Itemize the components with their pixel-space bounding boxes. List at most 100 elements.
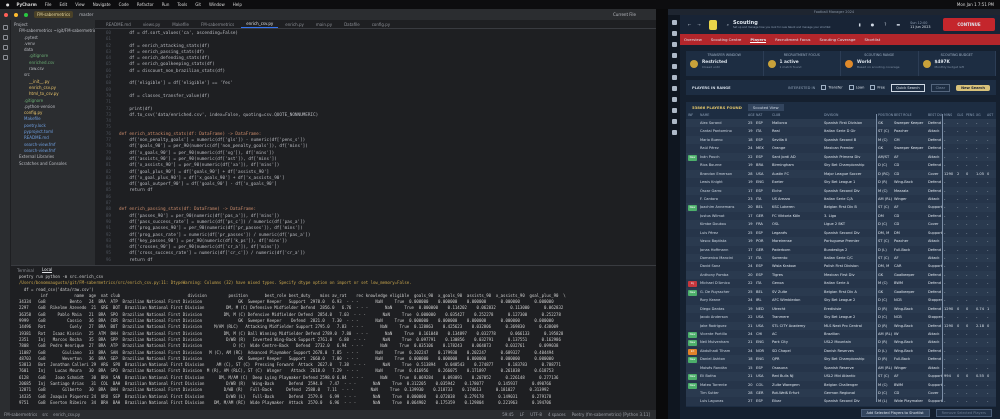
cell-name[interactable]: Rios Bourne — [700, 161, 746, 169]
cell-name[interactable]: Eli Botha — [700, 372, 746, 380]
tree-item[interactable]: Scratches and Consoles — [11, 161, 95, 167]
cell-club[interactable]: Exeter — [772, 178, 822, 186]
summary-card[interactable]: TRANSFER WINDOW Restricted Closed until — [686, 51, 764, 76]
editor-tab[interactable]: enrich_csv.py — [241, 20, 279, 28]
column-header[interactable]: INF — [688, 112, 698, 119]
search-icon[interactable]: ⌕ — [727, 22, 729, 27]
status-item[interactable]: 59:45 — [502, 412, 514, 417]
cell-club[interactable]: Sant Jordi AD — [772, 153, 822, 161]
table-row[interactable]: Luis Lagunas 27 ESP Eibar Spanish Second Div… — [686, 397, 996, 406]
code-area[interactable]: 60 df = df.sort_values('ca', ascending=F… — [95, 29, 656, 264]
project-selector[interactable]: FM-sabermetrics — [34, 11, 74, 18]
transfer-filter[interactable]: Transfer — [821, 85, 843, 90]
tactics-icon[interactable] — [671, 53, 677, 58]
cell-name[interactable]: Kimbe Doukou — [700, 220, 746, 228]
terminal-output[interactable]: poetry run python -m src.enrich_csv/User… — [11, 274, 656, 406]
table-row[interactable]: Tim Sutter 28 GER Rot-Weiß Erfurt German Reg… — [686, 389, 996, 398]
structure-tool-icon[interactable] — [2, 45, 8, 50]
cell-club[interactable]: SV Zulte — [772, 288, 822, 296]
column-header[interactable]: AGE — [748, 112, 756, 119]
free-filter[interactable]: Free — [870, 85, 885, 90]
column-header[interactable]: CLUB — [772, 112, 822, 119]
cell-club[interactable]: Sorrento — [772, 254, 822, 262]
menu-item[interactable]: View — [75, 2, 85, 7]
column-header[interactable]: PENS — [966, 112, 975, 119]
cell-name[interactable]: Justus Wilmot — [700, 212, 746, 220]
cell-club[interactable]: OSL — [772, 220, 822, 228]
table-row[interactable]: New Joachim Annemans 20 BEL KSC Lokeren Belgi… — [686, 203, 996, 212]
cell-name[interactable]: Vicente Portillo — [700, 330, 746, 338]
cell-name[interactable]: Daniel Ashton — [700, 355, 746, 363]
menu-item[interactable]: PyCharm — [17, 2, 37, 7]
table-row[interactable]: Kimbe Doukou 19 FRA OSL Ligue 2 BKT D (C) CD Co… — [686, 220, 996, 229]
cell-name[interactable]: Iván Pouch — [700, 153, 746, 161]
table-row[interactable]: F. Cantoro 23 ITA US Arezzo Italian Serie C/… — [686, 194, 996, 204]
menu-item[interactable]: Git — [195, 2, 201, 7]
table-row[interactable]: Jonas Hoffmann 17 GER Paderborn Bundesliga 2… — [686, 245, 996, 254]
cell-name[interactable]: Abdulhadi Tiham — [700, 347, 746, 355]
help-icon[interactable]: ? — [884, 22, 886, 27]
column-header[interactable]: NAME — [700, 112, 746, 119]
loan-filter[interactable]: Loan — [848, 85, 864, 90]
nav-tab[interactable]: Scouting Centre — [711, 37, 742, 42]
cell-club[interactable]: SD Chapel — [772, 347, 822, 355]
cell-club[interactable]: Eibar — [772, 397, 822, 405]
cell-name[interactable]: Vasco Baptista — [700, 237, 746, 245]
nav-tab[interactable]: Overview — [684, 37, 702, 42]
cell-club[interactable]: Real — [772, 127, 822, 135]
nav-tab[interactable]: Recruitment Focus — [775, 37, 810, 42]
zoom-window-button[interactable] — [24, 12, 28, 17]
table-row[interactable]: Anthony Pomba 20 ESP Tigres Mexican First Di… — [686, 270, 996, 280]
editor-tab[interactable]: README.md — [101, 21, 136, 28]
cell-name[interactable]: Jake Rodriguez — [700, 322, 746, 330]
breadcrumb-item[interactable]: FM-sabermetrics — [4, 412, 37, 417]
cell-club[interactable]: Wisla Krakow — [772, 262, 822, 270]
menu-item[interactable]: File — [45, 2, 52, 7]
cell-club[interactable]: Utrecht — [772, 305, 822, 313]
editor-tab[interactable]: Makefile — [167, 21, 194, 28]
table-row[interactable]: Lewis Knight 19 ENG Exeter Sky Bet League 1 D… — [686, 178, 996, 187]
column-header[interactable]: XG — [976, 112, 986, 119]
table-row[interactable]: Brandon Emerson 28 USA Austin FC Major Leagu… — [686, 169, 996, 179]
status-item[interactable]: UTF-8 — [530, 412, 542, 417]
fixtures-icon[interactable] — [671, 130, 677, 135]
training-icon[interactable] — [671, 64, 677, 69]
summary-card[interactable]: SCOUTING RANGE World Based on scouting cov… — [841, 51, 919, 76]
cell-name[interactable]: Luis Pérez — [700, 229, 746, 237]
table-row[interactable]: New Eli Botha 21 USA Red Bulls NJ USL2 Mid At… — [686, 372, 996, 381]
cell-name[interactable]: Neil Mulvenham — [700, 338, 746, 346]
table-row[interactable]: Moisés Rondán 15 ESP Osasuna Spanish Reserve… — [686, 363, 996, 373]
editor-tab[interactable]: Datafile — [339, 21, 365, 28]
cell-club[interactable]: Park City — [772, 338, 822, 346]
editor-tab[interactable]: FM-sabermetrics — [196, 21, 239, 28]
column-header[interactable]: BEST ROLE — [894, 112, 928, 119]
table-row[interactable]: Domenico Mancini 17 ITA Sorrento Italian Ser… — [686, 254, 996, 263]
cell-club[interactable]: Red Bulls NJ — [772, 372, 822, 380]
add-to-shortlist-button[interactable]: Add Selected Players to Shortlist — [860, 409, 930, 417]
table-row[interactable]: Cantai Pantomino 19 ITA Real Italian Serie D… — [686, 127, 996, 136]
branch-selector[interactable]: master — [79, 12, 93, 17]
cell-name[interactable]: Jonas Hoffmann — [700, 246, 746, 254]
cell-club[interactable]: Osasuna — [772, 364, 822, 372]
menu-item[interactable]: Help — [233, 2, 242, 7]
cell-name[interactable]: Lewis Knight — [700, 178, 746, 186]
status-item[interactable]: 4 spaces — [548, 412, 566, 417]
commit-tool-icon[interactable] — [2, 35, 8, 40]
menu-item[interactable]: Tools — [177, 2, 187, 7]
cell-club[interactable]: AC — [772, 330, 822, 338]
tree-item[interactable]: FM-sabermetrics ~/git/FM-sabermetrics — [11, 28, 95, 34]
cell-name[interactable]: Luis Lagunas — [700, 397, 746, 405]
nav-tab[interactable]: Scouting Coverage — [820, 37, 856, 42]
cell-club[interactable]: Birmingham — [772, 161, 822, 169]
cell-club[interactable]: Genoa — [772, 279, 822, 287]
column-header[interactable]: POSITION — [878, 112, 894, 119]
remove-selected-button[interactable]: Remove Selected Players — [935, 409, 992, 417]
cell-name[interactable]: Raúl Pérez — [700, 144, 746, 152]
cell-club[interactable]: US Arezzo — [772, 195, 822, 203]
continue-button[interactable]: CONTINUE — [943, 18, 995, 31]
table-row[interactable]: Int Abdulhadi Tiham 24 NOR SD Chapel Danish R… — [686, 346, 996, 356]
table-row[interactable]: Diego Dantas 19 NED Utrecht Eredivisie D (R) W… — [686, 304, 996, 314]
table-row[interactable]: Alex Sorand 25 ESP Mallorca Spanish First Di… — [686, 119, 996, 128]
cell-club[interactable]: STL CITY Academy — [772, 322, 822, 330]
club-info-icon[interactable] — [671, 108, 677, 113]
